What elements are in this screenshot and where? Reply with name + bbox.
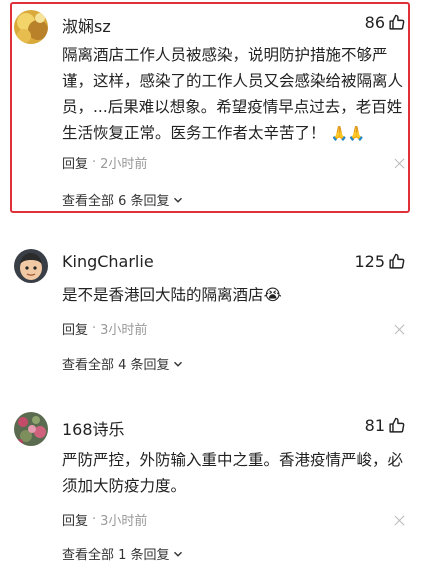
- like-button[interactable]: 81: [365, 416, 405, 435]
- comment-item: 淑娴sz 86 隔离酒店工作人员被感染，说明防护措施不够严谨，这样，感染了的工作…: [0, 0, 423, 219]
- reply-button[interactable]: 回复: [62, 510, 88, 529]
- view-replies-link[interactable]: 查看全部 1 条回复: [62, 544, 183, 563]
- timestamp: 3小时前: [100, 323, 148, 338]
- comment-text: 隔离酒店工作人员被感染，说明防护措施不够严谨，这样，感染了的工作人员又会感染给被…: [62, 42, 414, 147]
- close-icon[interactable]: [395, 158, 405, 168]
- timestamp: 2小时前: [100, 157, 148, 172]
- comment-text: 严防严控，外防输入重中之重。香港疫情严峻，必须加大防疫力度。: [62, 447, 414, 499]
- avatar[interactable]: [14, 249, 48, 283]
- separator-dot: ·: [92, 321, 97, 336]
- comment-meta: 回复 · 3小时前: [62, 319, 405, 338]
- chevron-down-icon: [173, 195, 183, 205]
- comment-meta: 回复 · 3小时前: [62, 510, 405, 529]
- reply-button[interactable]: 回复: [62, 153, 88, 172]
- thumbs-up-icon: [388, 417, 405, 434]
- comment-text: 是不是香港回大陆的隔离酒店😭: [62, 282, 414, 308]
- like-count: 86: [364, 13, 385, 32]
- avatar[interactable]: [14, 412, 48, 446]
- comment-meta: 回复 · 2小时前: [62, 153, 405, 172]
- timestamp: 3小时前: [100, 514, 148, 529]
- close-icon[interactable]: [395, 515, 405, 525]
- comment-item: KingCharlie 125 是不是香港回大陆的隔离酒店😭 回复 · 3小时前…: [0, 240, 423, 385]
- view-replies-label: 查看全部 4 条回复: [62, 358, 170, 373]
- like-count: 81: [364, 416, 385, 435]
- like-count: 125: [354, 252, 385, 271]
- chevron-down-icon: [173, 359, 183, 369]
- like-button[interactable]: 125: [354, 252, 405, 271]
- username[interactable]: 168诗乐: [62, 416, 125, 440]
- separator-dot: ·: [92, 155, 97, 170]
- comment-body: 严防严控，外防输入重中之重。香港疫情严峻，必须加大防疫力度。: [62, 451, 404, 495]
- separator-dot: ·: [92, 512, 97, 527]
- thumbs-up-icon: [388, 253, 405, 270]
- thumbs-up-icon: [388, 14, 405, 31]
- chevron-down-icon: [173, 549, 183, 559]
- avatar[interactable]: [14, 10, 48, 44]
- view-replies-link[interactable]: 查看全部 4 条回复: [62, 354, 183, 373]
- reply-button[interactable]: 回复: [62, 319, 88, 338]
- close-icon[interactable]: [395, 324, 405, 334]
- view-replies-label: 查看全部 1 条回复: [62, 548, 170, 563]
- comment-item: 168诗乐 81 严防严控，外防输入重中之重。香港疫情严峻，必须加大防疫力度。 …: [0, 405, 423, 571]
- username[interactable]: 淑娴sz: [62, 13, 111, 37]
- pray-emoji: 🙏🙏: [330, 126, 366, 142]
- comment-body: 是不是香港回大陆的隔离酒店: [62, 286, 264, 304]
- crying-emoji: 😭: [263, 286, 282, 304]
- username[interactable]: KingCharlie: [62, 252, 154, 271]
- like-button[interactable]: 86: [365, 13, 405, 32]
- view-replies-link[interactable]: 查看全部 6 条回复: [62, 190, 183, 209]
- view-replies-label: 查看全部 6 条回复: [62, 194, 170, 209]
